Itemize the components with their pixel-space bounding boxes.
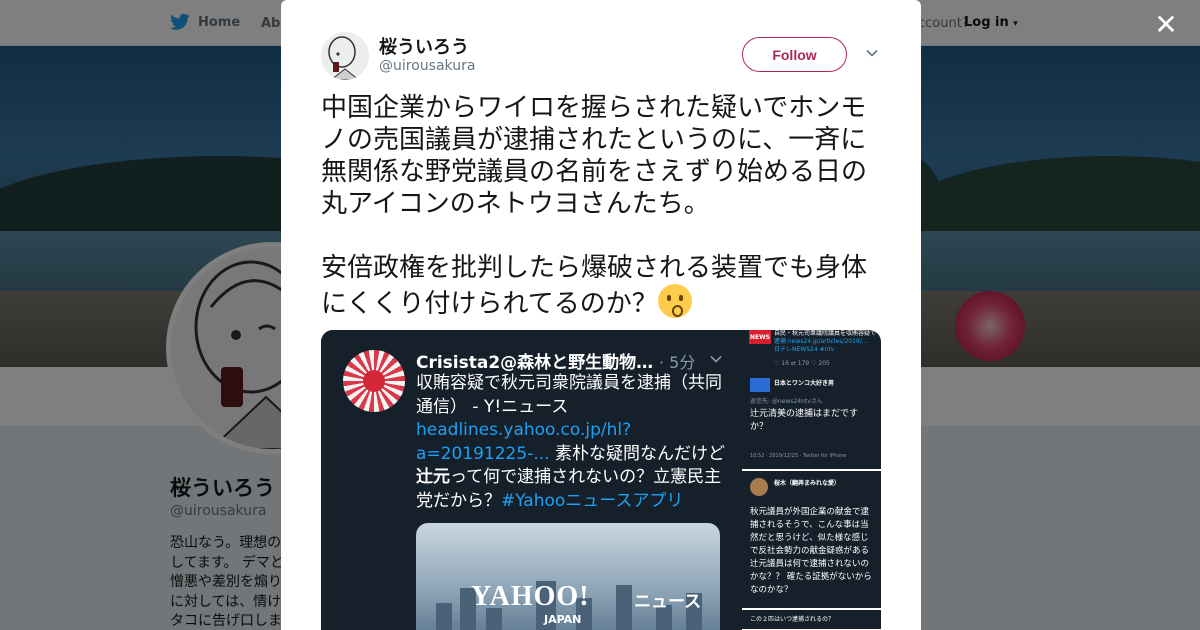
thumb1-headline: 自民・秋元司衆議院議員を収賄容疑で 逮捕 news24.jp/articles/2…	[774, 330, 878, 354]
chevron-down-icon[interactable]	[865, 46, 879, 60]
embedded-text-part: 収賄容疑で秋元司衆院議員を逮捕（共同通信） - Y!ニュース	[416, 373, 722, 417]
tweet-author-avatar[interactable]	[321, 32, 369, 80]
yahoo-news-card: YAHOO! ニュース JAPAN	[416, 523, 720, 630]
tweet-text: 中国企業からワイロを握らされた疑いでホンモノの売国議員が逮捕されたというのに、一…	[321, 92, 886, 320]
flag-icon	[750, 378, 770, 392]
embedded-author-name: Crisista2@森林と野生動物…	[416, 353, 654, 373]
thumb3-body: この２匹はいつ逮捕されるの？	[750, 616, 835, 623]
media-image-4[interactable]: この２匹はいつ逮捕されるの？	[742, 610, 881, 630]
hushed-face-emoji-icon	[657, 284, 692, 318]
yahoo-logo: YAHOO!	[471, 581, 590, 612]
thumb1-footer: 10:52 · 2019/12/25 · Twitter for iPhone	[750, 453, 847, 459]
yahoo-japan-label: JAPAN	[544, 613, 582, 626]
thumb1-body: 辻元清美の逮捕はまだですか？	[750, 409, 859, 432]
embedded-bold-text: 辻元	[416, 467, 450, 487]
embedded-text-part: 素朴な疑問なんだけど	[549, 443, 725, 464]
media-image-1[interactable]: Crisista2@森林と野生動物… · 5分 収賄容疑で秋元司衆院議員を逮捕（…	[321, 330, 741, 630]
media-image-2[interactable]: NEWS 自民・秋元司衆議院議員を収賄容疑で 逮捕 news24.jp/artic…	[742, 330, 881, 470]
tweet-author-name[interactable]: 桜ういろう	[379, 33, 469, 59]
tweet-media[interactable]: Crisista2@森林と野生動物… · 5分 収賄容疑で秋元司衆院議員を逮捕（…	[321, 330, 881, 630]
thumb1-line: 日テレNEWS24 #ntv	[774, 346, 835, 353]
thumb2-user: 桜木（翻弄まみれな愛）	[774, 480, 841, 487]
thumb1-link: 逮捕 news24.jp/articles/2019/…	[774, 338, 868, 345]
tweet-modal: 桜ういろう @uirousakura Follow 中国企業からワイロを握らされ…	[281, 0, 921, 630]
embedded-tweet-text: 収賄容疑で秋元司衆院議員を逮捕（共同通信） - Y!ニュース headlines.…	[416, 372, 726, 513]
embedded-hashtag: #Yahooニュースアプリ	[501, 490, 684, 511]
media-image-3[interactable]: 桜木（翻弄まみれな愛） 秋元議員が外国企業の献金で逮捕されるそうで、こんな事は当…	[742, 471, 881, 609]
tweet-author-handle[interactable]: @uirousakura	[379, 58, 475, 74]
close-icon[interactable]: ✕	[1152, 11, 1180, 39]
media-thumbnails: NEWS 自民・秋元司衆議院議員を収賄容疑で 逮捕 news24.jp/artic…	[742, 330, 881, 630]
thumb2-avatar	[750, 478, 768, 496]
thumb1-stats: ♡ 16 ⇄ 179 ♡ 205	[774, 360, 830, 367]
embedded-avatar	[343, 350, 405, 412]
news-badge: NEWS	[750, 334, 771, 341]
yahoo-news-label: ニュース	[634, 592, 702, 612]
embedded-chevron-down-icon	[710, 355, 722, 363]
tweet-text-content: 中国企業からワイロを握らされた疑いでホンモノの売国議員が逮捕されたというのに、一…	[321, 93, 868, 319]
thumb1-user: 日本とワンコ大好き男	[774, 380, 835, 387]
thumb1-line: 自民・秋元司衆議院議員を収賄容疑で	[774, 330, 877, 337]
thumb1-reply-to: 返信先: @news24ntvさん	[750, 398, 823, 405]
follow-button[interactable]: Follow	[742, 37, 847, 72]
thumb2-body: 秋元議員が外国企業の献金で逮捕されるそうで、こんな事は当然だと思うけど、似た様な…	[750, 507, 872, 595]
embedded-time: · 5分	[659, 353, 696, 372]
